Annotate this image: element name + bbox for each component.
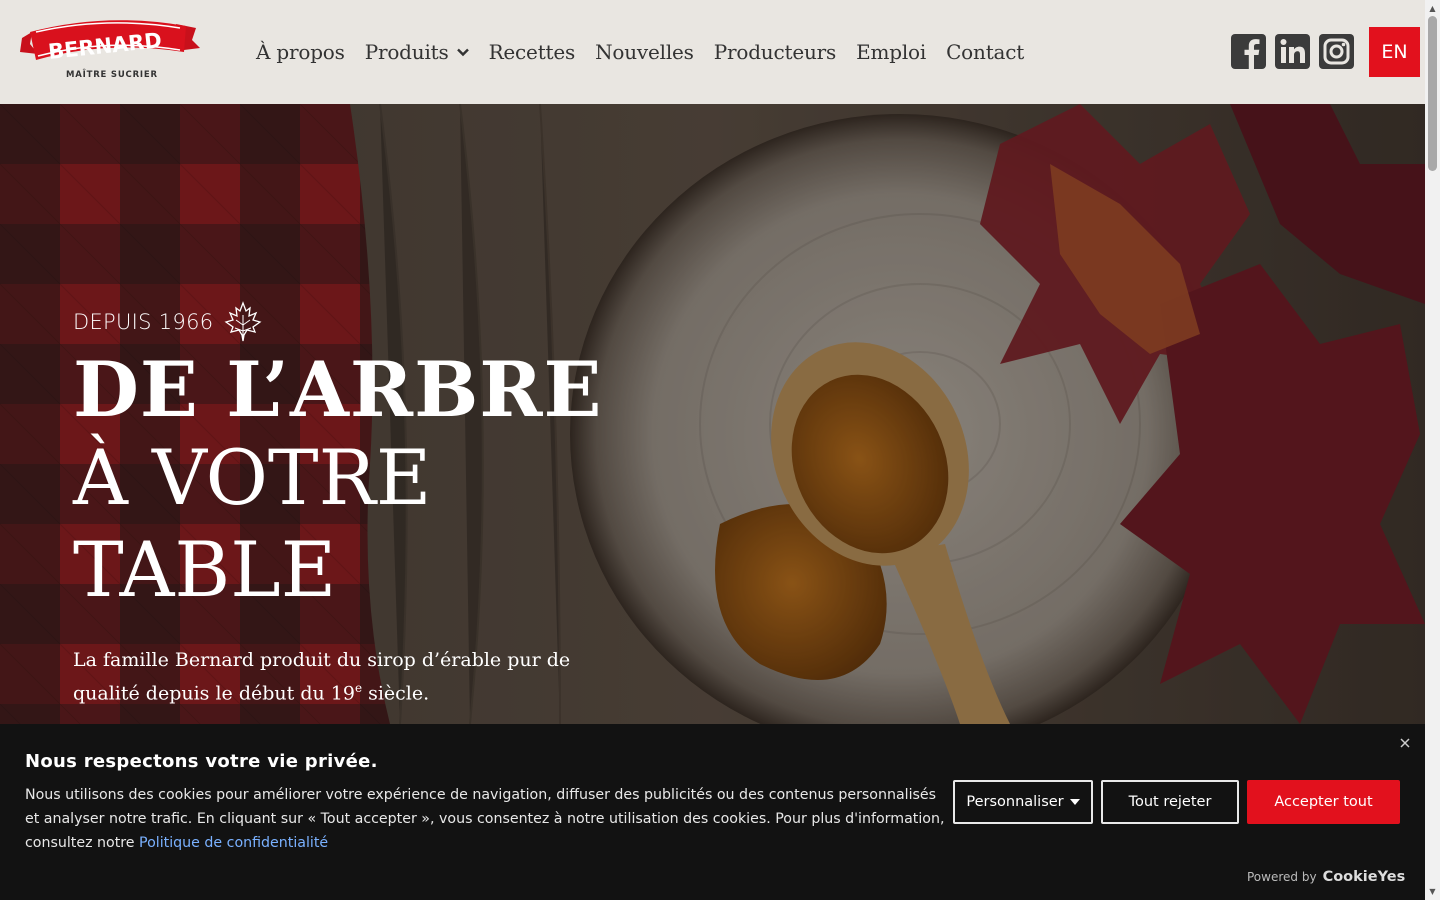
accept-all-button[interactable]: Accepter tout xyxy=(1247,780,1400,824)
scroll-down-arrow-icon[interactable]: ▼ xyxy=(1428,886,1437,896)
main-nav: À propos Produits Recettes Nouvelles Pro… xyxy=(256,40,1024,64)
nav-item-recettes[interactable]: Recettes xyxy=(489,40,576,64)
scrollbar-thumb[interactable] xyxy=(1428,16,1437,171)
nav-item-emploi[interactable]: Emploi xyxy=(856,40,926,64)
reject-all-button[interactable]: Tout rejeter xyxy=(1101,780,1239,824)
hero-lead-part1: La famille Bernard produit du sirop d’ér… xyxy=(73,649,571,705)
nav-item-produits[interactable]: Produits xyxy=(365,40,469,64)
nav-item-label: Emploi xyxy=(856,40,927,64)
nav-item-label: Produits xyxy=(364,40,449,64)
nav-item-label: Recettes xyxy=(488,40,576,64)
nav-item-label: Contact xyxy=(946,40,1025,64)
nav-item-nouvelles[interactable]: Nouvelles xyxy=(595,40,694,64)
scroll-up-arrow-icon[interactable]: ▲ xyxy=(1428,3,1437,13)
chevron-down-icon xyxy=(456,48,469,57)
social-links xyxy=(1231,34,1354,69)
cookie-consent-banner: Nous respectons votre vie privée. Nous u… xyxy=(0,724,1425,900)
instagram-icon[interactable] xyxy=(1319,34,1354,69)
nav-item-label: Nouvelles xyxy=(595,40,694,64)
cookie-title: Nous respectons votre vie privée. xyxy=(25,751,378,772)
hero-title-line-1: DE L’ARBRE xyxy=(73,345,603,434)
cookieyes-logo: CookieYes xyxy=(1322,869,1406,885)
maple-leaf-icon xyxy=(224,301,262,342)
hero-lead-part2: siècle. xyxy=(362,682,430,705)
close-icon[interactable] xyxy=(1396,734,1414,752)
powered-by-text: Powered by xyxy=(1247,870,1317,884)
facebook-icon[interactable] xyxy=(1231,34,1266,69)
nav-item-producteurs[interactable]: Producteurs xyxy=(713,40,837,64)
hero-lead-text: La famille Bernard produit du sirop d’ér… xyxy=(73,646,633,707)
customize-button[interactable]: Personnaliser xyxy=(953,780,1093,824)
hero-title-line-3: TABLE xyxy=(73,525,337,614)
powered-by-cookieyes[interactable]: Powered by CookieYes xyxy=(1247,869,1405,885)
hero-lead-superscript: e xyxy=(354,681,363,695)
hero-section: DEPUIS 1966 DE L’ARBRE À VOTRE TABLE La … xyxy=(0,104,1425,724)
caret-down-icon xyxy=(1069,799,1080,805)
hero-kicker: DEPUIS 1966 xyxy=(73,300,633,344)
nav-item-a-propos[interactable]: À propos xyxy=(256,40,345,64)
cookie-description: Nous utilisons des cookies pour améliore… xyxy=(25,783,945,855)
language-switch-button[interactable]: EN xyxy=(1369,27,1420,77)
site-header: BERNARD MAÎTRE SUCRIER À propos Produits… xyxy=(0,0,1425,104)
nav-item-label: Producteurs xyxy=(713,40,837,64)
bernard-logo[interactable]: BERNARD MAÎTRE SUCRIER xyxy=(16,18,202,82)
hero-content: DEPUIS 1966 DE L’ARBRE À VOTRE TABLE La … xyxy=(73,300,633,707)
page-scrollbar[interactable]: ▲ ▼ xyxy=(1425,0,1440,900)
nav-item-contact[interactable]: Contact xyxy=(946,40,1024,64)
hero-title-line-2: À VOTRE xyxy=(73,433,432,522)
hero-kicker-text: DEPUIS 1966 xyxy=(73,310,214,334)
privacy-policy-link[interactable]: Politique de confidentialité xyxy=(139,835,328,851)
nav-item-label: À propos xyxy=(256,40,345,64)
svg-text:MAÎTRE SUCRIER: MAÎTRE SUCRIER xyxy=(66,68,158,80)
customize-button-label: Personnaliser xyxy=(966,794,1064,810)
linkedin-icon[interactable] xyxy=(1275,34,1310,69)
